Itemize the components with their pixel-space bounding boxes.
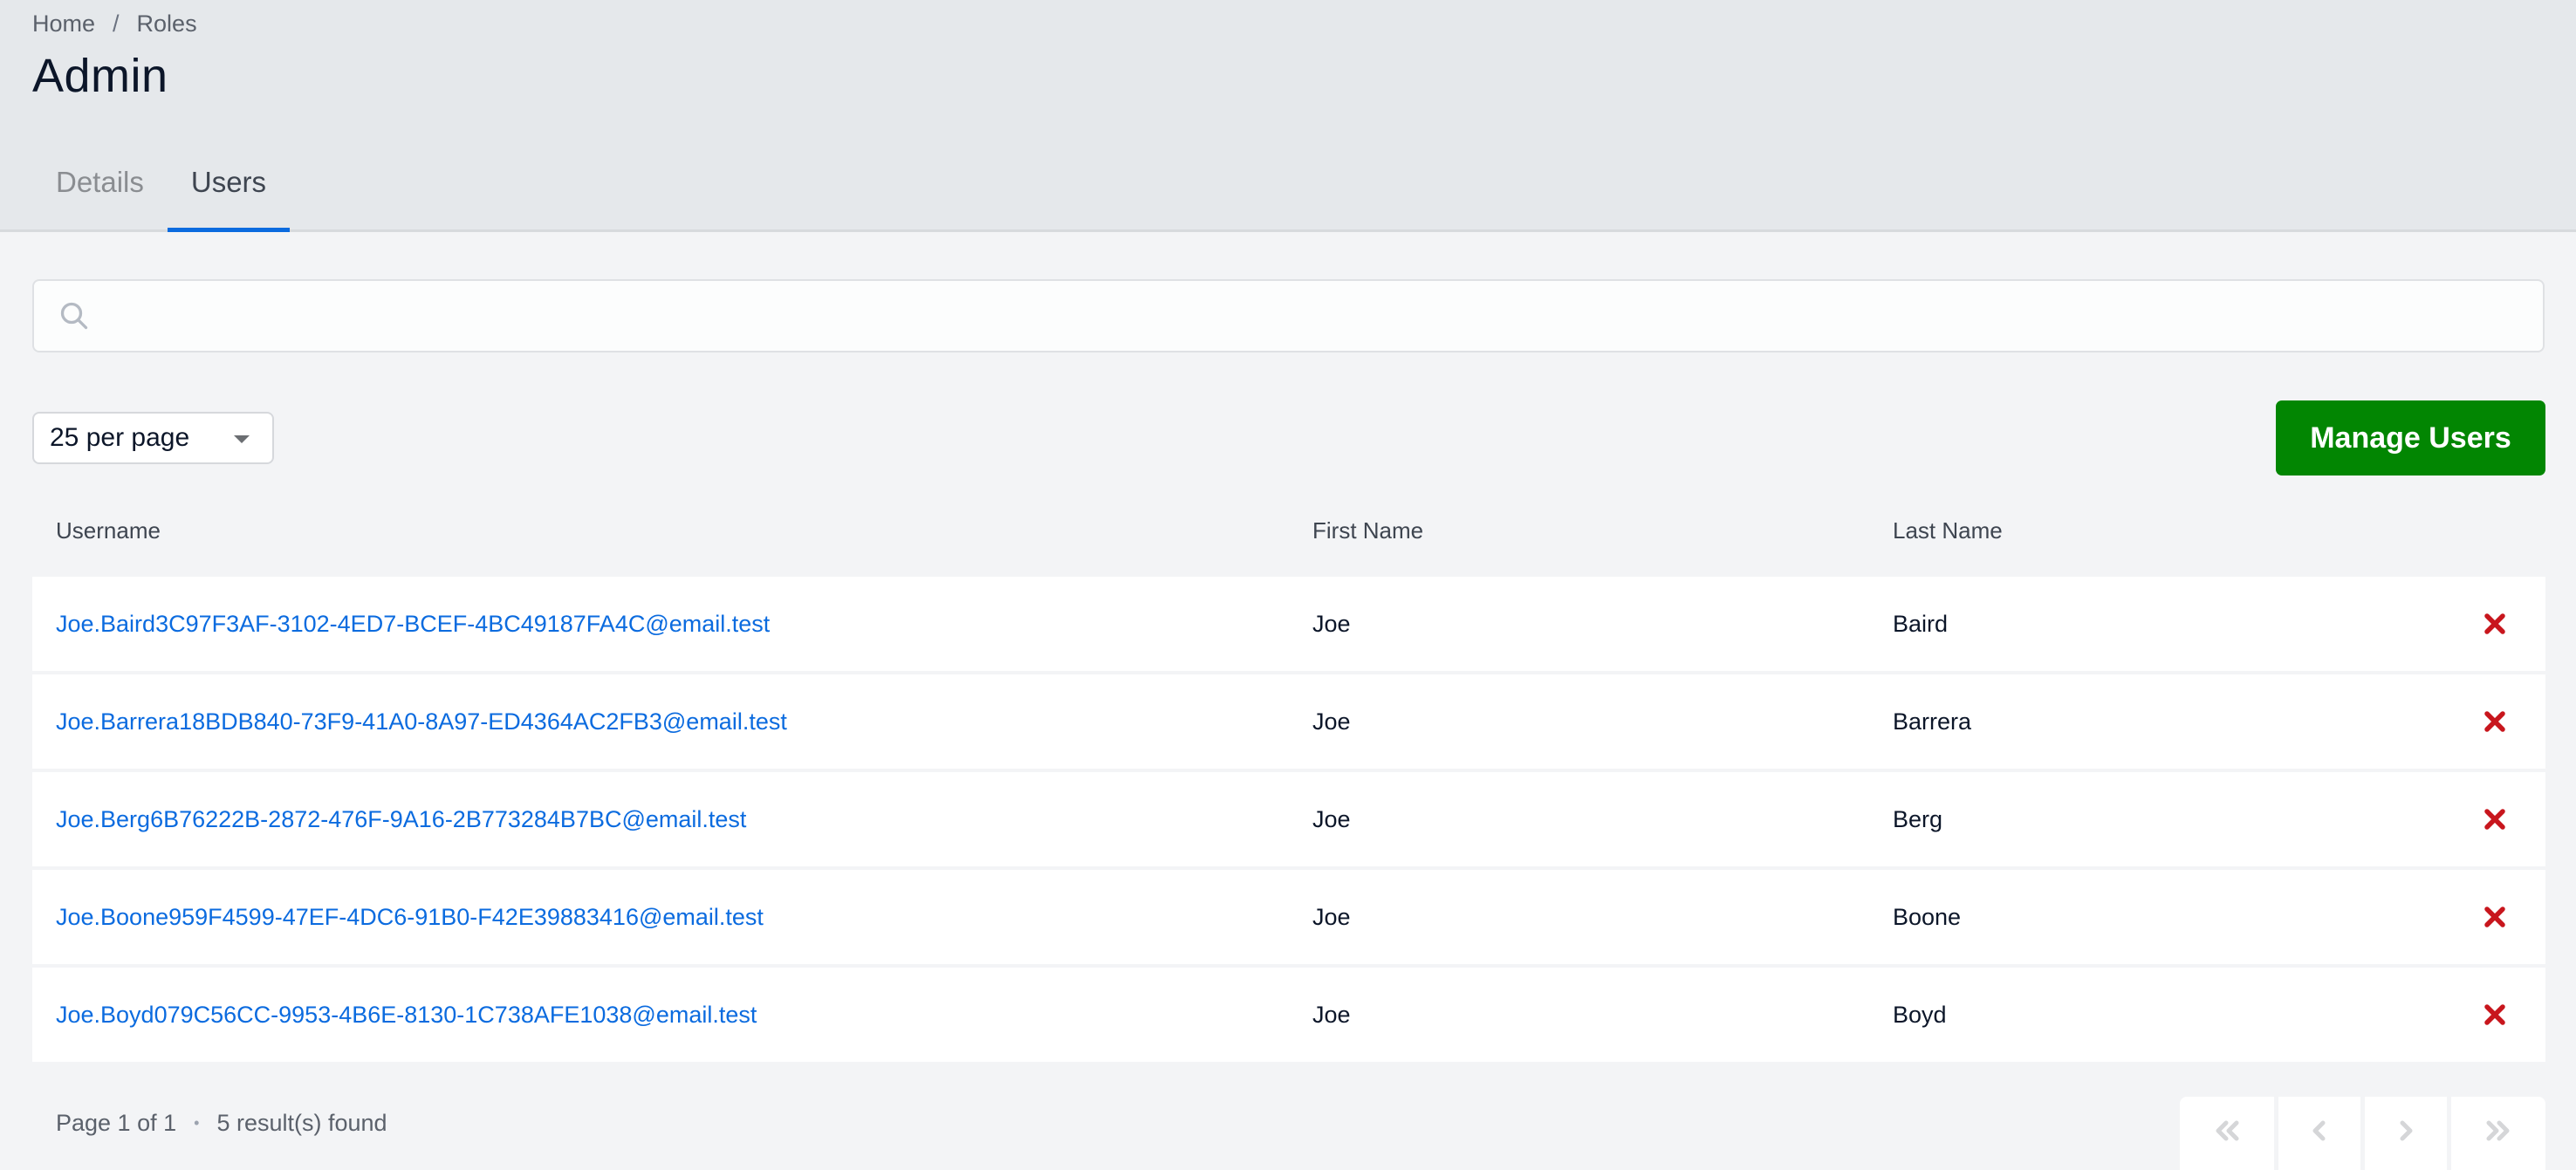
tab-bar: Details Users bbox=[32, 155, 291, 232]
results-count: 5 result(s) found bbox=[216, 1110, 387, 1136]
last-name-cell: Boone bbox=[1893, 904, 1962, 930]
tab-details[interactable]: Details bbox=[32, 155, 168, 232]
chevron-right-icon bbox=[2400, 1120, 2413, 1141]
next-page-button[interactable] bbox=[2365, 1097, 2447, 1170]
first-name-cell: Joe bbox=[1312, 1002, 1351, 1028]
first-name-cell: Joe bbox=[1312, 611, 1351, 637]
per-page-select[interactable]: 25 per page bbox=[32, 412, 274, 464]
breadcrumb-separator: / bbox=[113, 10, 120, 37]
username-link[interactable]: Joe.Boone959F4599-47EF-4DC6-91B0-F42E398… bbox=[56, 904, 764, 930]
separator-dot: • bbox=[194, 1114, 200, 1132]
username-cell: Joe.Barrera18BDB840-73F9-41A0-8A97-ED436… bbox=[56, 674, 787, 769]
first-name-cell: Joe bbox=[1312, 904, 1351, 930]
last-name-cell: Baird bbox=[1893, 611, 1949, 637]
table-row: Joe.Boyd079C56CC-9953-4B6E-8130-1C738AFE… bbox=[32, 968, 2545, 1062]
username-link[interactable]: Joe.Boyd079C56CC-9953-4B6E-8130-1C738AFE… bbox=[56, 1002, 757, 1028]
column-header-username[interactable]: Username bbox=[56, 506, 161, 577]
last-name-cell: Boyd bbox=[1893, 1002, 1947, 1028]
remove-user-icon[interactable] bbox=[2483, 807, 2507, 831]
page-title: Admin bbox=[32, 50, 168, 102]
username-cell: Joe.Boyd079C56CC-9953-4B6E-8130-1C738AFE… bbox=[56, 968, 757, 1062]
manage-users-button[interactable]: Manage Users bbox=[2276, 400, 2545, 476]
previous-page-button[interactable] bbox=[2278, 1097, 2360, 1170]
last-page-button[interactable] bbox=[2451, 1097, 2545, 1170]
double-chevron-left-icon bbox=[2216, 1120, 2239, 1141]
results-summary: Page 1 of 1 • 5 result(s) found bbox=[56, 1110, 387, 1137]
remove-user-icon[interactable] bbox=[2483, 709, 2507, 734]
breadcrumb-roles[interactable]: Roles bbox=[137, 10, 197, 38]
first-name-cell: Joe bbox=[1312, 708, 1351, 735]
table-header: Username First Name Last Name bbox=[32, 506, 2545, 577]
username-cell: Joe.Berg6B76222B-2872-476F-9A16-2B773284… bbox=[56, 772, 746, 866]
pagination bbox=[2180, 1097, 2545, 1170]
last-name-cell: Berg bbox=[1893, 806, 1943, 832]
search-box bbox=[32, 279, 2545, 352]
per-page-value: 25 per page bbox=[50, 423, 190, 452]
search-icon bbox=[60, 302, 88, 330]
double-chevron-right-icon bbox=[2486, 1120, 2510, 1141]
remove-user-icon[interactable] bbox=[2483, 612, 2507, 636]
username-link[interactable]: Joe.Baird3C97F3AF-3102-4ED7-BCEF-4BC4918… bbox=[56, 611, 770, 637]
table-row: Joe.Barrera18BDB840-73F9-41A0-8A97-ED436… bbox=[32, 674, 2545, 769]
search-input[interactable] bbox=[104, 281, 2530, 351]
username-cell: Joe.Boone959F4599-47EF-4DC6-91B0-F42E398… bbox=[56, 870, 764, 964]
username-cell: Joe.Baird3C97F3AF-3102-4ED7-BCEF-4BC4918… bbox=[56, 577, 770, 671]
chevron-left-icon bbox=[2312, 1120, 2326, 1141]
table-row: Joe.Berg6B76222B-2872-476F-9A16-2B773284… bbox=[32, 772, 2545, 866]
column-header-last-name[interactable]: Last Name bbox=[1893, 506, 2003, 577]
remove-user-icon[interactable] bbox=[2483, 905, 2507, 929]
page-info: Page 1 of 1 bbox=[56, 1110, 177, 1136]
column-header-first-name[interactable]: First Name bbox=[1312, 506, 1423, 577]
page-header: Home / Roles Admin Details Users bbox=[0, 0, 2576, 232]
tab-users[interactable]: Users bbox=[167, 155, 291, 232]
username-link[interactable]: Joe.Barrera18BDB840-73F9-41A0-8A97-ED436… bbox=[56, 708, 787, 735]
caret-down-icon bbox=[234, 435, 250, 443]
remove-user-icon[interactable] bbox=[2483, 1002, 2507, 1027]
first-page-button[interactable] bbox=[2180, 1097, 2274, 1170]
last-name-cell: Barrera bbox=[1893, 708, 1972, 735]
breadcrumb-home[interactable]: Home bbox=[32, 10, 95, 38]
breadcrumb: Home / Roles bbox=[32, 10, 197, 38]
table-row: Joe.Boone959F4599-47EF-4DC6-91B0-F42E398… bbox=[32, 870, 2545, 964]
first-name-cell: Joe bbox=[1312, 806, 1351, 832]
username-link[interactable]: Joe.Berg6B76222B-2872-476F-9A16-2B773284… bbox=[56, 806, 746, 832]
table-row: Joe.Baird3C97F3AF-3102-4ED7-BCEF-4BC4918… bbox=[32, 577, 2545, 671]
